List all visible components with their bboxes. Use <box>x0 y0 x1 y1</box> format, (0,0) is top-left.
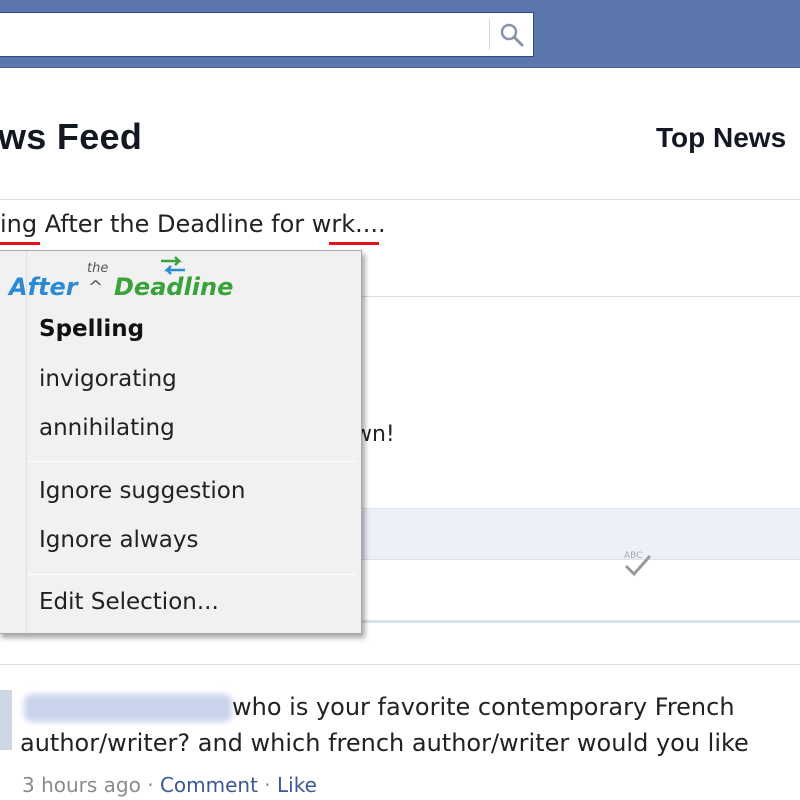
divider <box>0 664 800 665</box>
comment-link[interactable]: Comment <box>160 773 258 797</box>
ignore-suggestion-item[interactable]: Ignore suggestion <box>39 478 245 504</box>
suggestion-item[interactable]: annihilating <box>39 415 175 441</box>
spelling-error-underline <box>0 242 40 245</box>
menu-separator <box>29 574 355 575</box>
swap-arrows-icon <box>161 256 185 275</box>
suggestion-item[interactable]: invigorating <box>39 366 177 392</box>
post-meta: 3 hours ago · Comment · Like <box>22 773 317 797</box>
spelling-heading: Spelling <box>39 316 145 342</box>
post-timestamp[interactable]: 3 hours ago <box>22 773 141 797</box>
logo-after-text: After <box>9 273 78 301</box>
edit-selection-item[interactable]: Edit Selection... <box>39 589 219 615</box>
logo-deadline-text: Deadline <box>114 273 234 301</box>
page-title: ws Feed <box>0 116 143 157</box>
like-link[interactable]: Like <box>277 773 317 797</box>
spelling-error-underline <box>329 242 379 245</box>
avatar[interactable] <box>0 690 12 750</box>
menu-separator <box>29 461 355 462</box>
meta-separator: · <box>257 773 278 797</box>
spell-check-icon[interactable]: ABC <box>620 548 656 578</box>
menu-gutter <box>26 251 27 633</box>
search-box <box>0 12 534 57</box>
meta-separator: · <box>140 773 160 797</box>
search-icon <box>500 23 523 46</box>
caret-icon: ^ <box>88 277 104 298</box>
after-the-deadline-logo: After the ^ Deadline <box>9 255 249 305</box>
top-news-link[interactable]: Top News <box>656 122 786 154</box>
logo-the-text: the <box>87 261 109 276</box>
ignore-always-item[interactable]: Ignore always <box>39 527 198 553</box>
search-input[interactable] <box>0 13 488 56</box>
divider <box>0 199 800 200</box>
author-name-blurred[interactable] <box>24 694 232 722</box>
spelling-context-menu: After the ^ Deadline Spelling invigorati… <box>0 250 362 634</box>
post-text: who is your favorite contemporary French <box>232 693 735 721</box>
status-composer-text[interactable]: ing After the Deadline for wrk.... <box>0 210 386 238</box>
svg-text:ABC: ABC <box>624 551 642 561</box>
post-text: author/writer? and which french author/w… <box>20 729 749 757</box>
search-button[interactable] <box>490 13 533 56</box>
top-bar <box>0 0 800 68</box>
